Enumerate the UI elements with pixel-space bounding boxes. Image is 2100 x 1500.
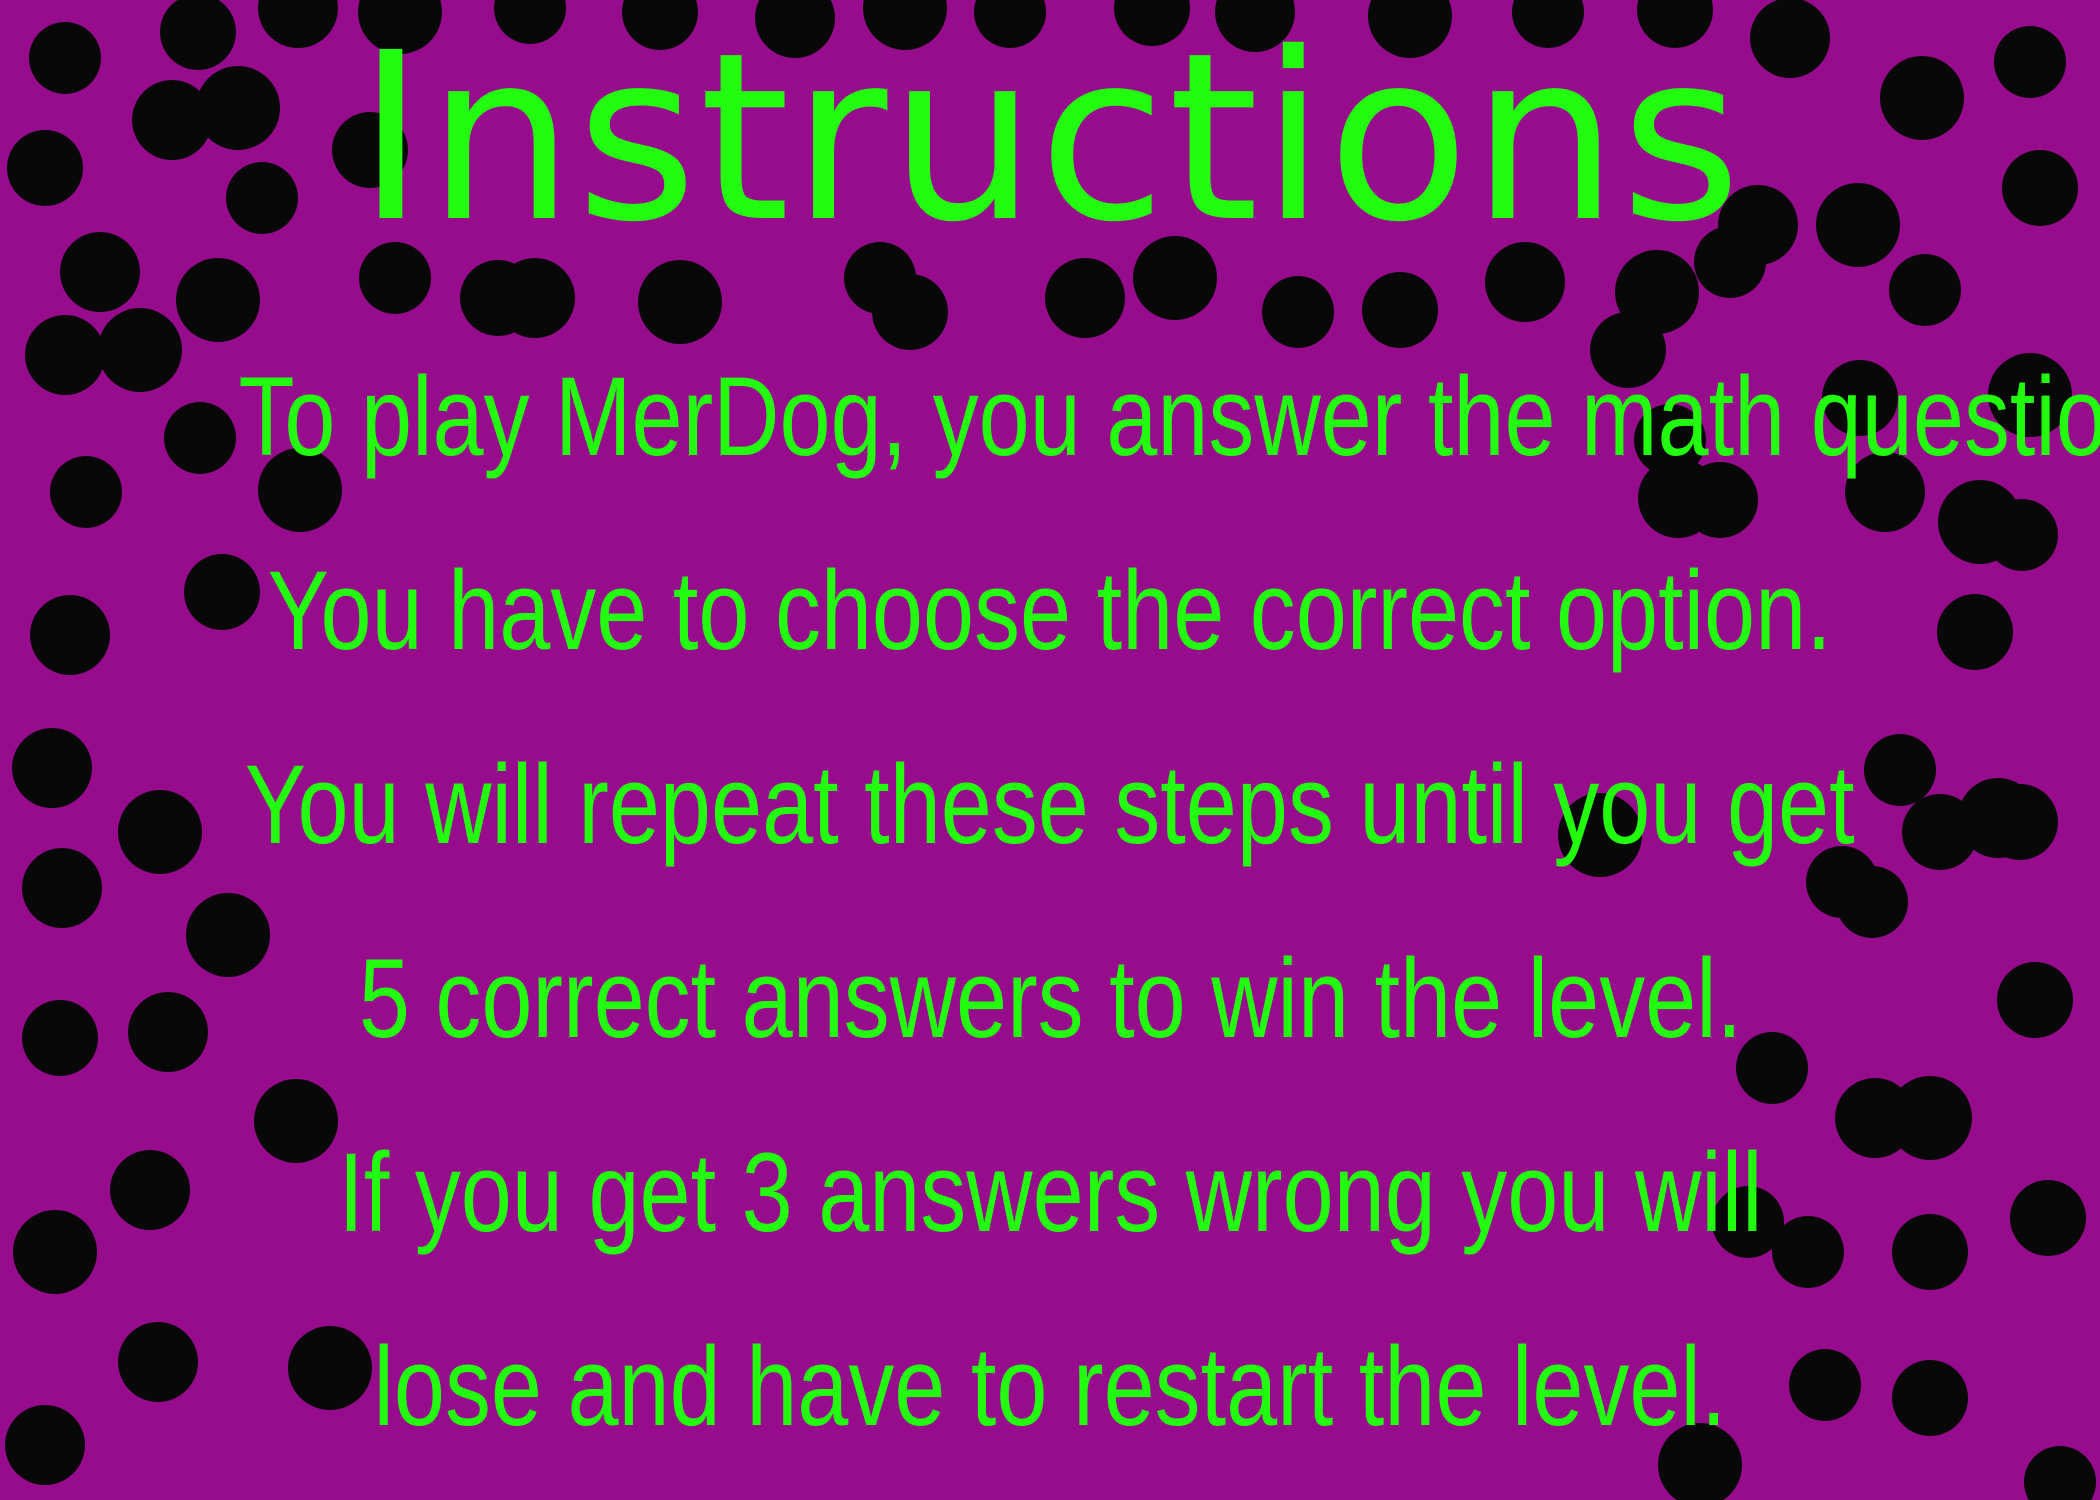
instruction-line: To play MerDog, you answer the math ques… bbox=[238, 354, 2100, 479]
instructions-screen: Instructions To play MerDog, you answer … bbox=[0, 0, 2100, 1500]
instruction-line: You will repeat these steps until you ge… bbox=[245, 742, 1855, 867]
instruction-line: If you get 3 answers wrong you will bbox=[337, 1130, 1763, 1255]
instruction-line: 5 correct answers to win the level. bbox=[358, 936, 1742, 1061]
instructions-list: To play MerDog, you answer the math ques… bbox=[0, 320, 2100, 1484]
instruction-line: You have to choose the correct option. bbox=[267, 548, 1833, 673]
instruction-line: lose and have to restart the level. bbox=[373, 1324, 1727, 1449]
instructions-title: Instructions bbox=[356, 3, 1744, 273]
